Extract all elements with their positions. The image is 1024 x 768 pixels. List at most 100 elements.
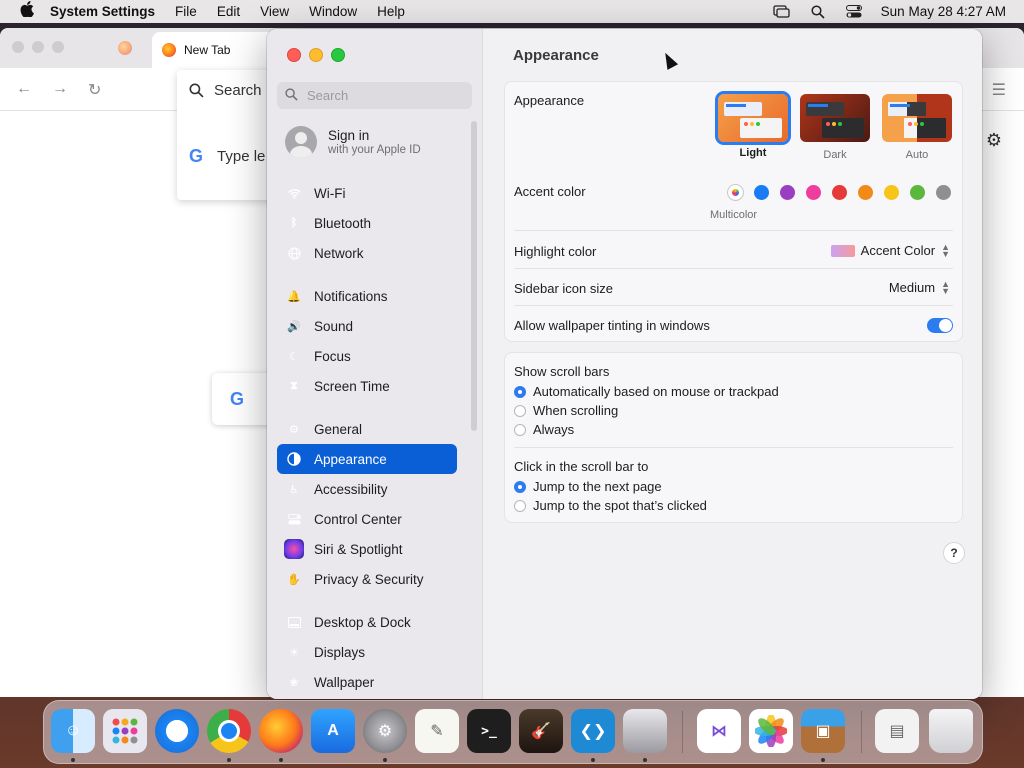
radio-label: Automatically based on mouse or trackpad [533,384,779,399]
menubar-clock[interactable]: Sun May 28 4:27 AM [881,4,1006,19]
firefox-icon[interactable] [259,709,303,753]
radio-button[interactable] [514,423,526,436]
app-store-icon[interactable]: A [311,709,355,753]
sidebar-search-input[interactable]: Search [277,82,472,109]
vscode-icon[interactable]: ❮❯ [571,709,615,753]
sidebar-scrollbar[interactable] [471,121,477,431]
sidebar-item-wifi[interactable]: Wi-Fi [277,178,457,208]
firefox-view-icon[interactable] [118,41,132,55]
sidebar-item-screen-time[interactable]: ⧗ Screen Time [277,371,457,401]
sidebar-item-focus[interactable]: ☾ Focus [277,341,457,371]
accent-color-yellow[interactable] [884,185,899,200]
sidebar-item-bluetooth[interactable]: ᛒ Bluetooth [277,208,457,238]
gear-icon[interactable]: ⚙ [986,130,1002,151]
radio-button[interactable] [514,404,526,417]
accent-color-orange[interactable] [858,185,873,200]
menu-edit[interactable]: Edit [217,4,240,19]
back-arrow-icon[interactable]: ← [16,80,32,98]
radio-jump-next-page[interactable]: Jump to the next page [514,479,662,494]
menu-file[interactable]: File [175,4,197,19]
sidebar-item-label: Control Center [314,511,402,527]
minimize-button[interactable] [309,48,323,62]
downloads-stack-icon[interactable]: ▤ [875,709,919,753]
control-center-icon[interactable] [845,5,863,19]
accent-color-green[interactable] [910,185,925,200]
sidebar-item-siri-spotlight[interactable]: Siri & Spotlight [277,534,457,564]
appearance-option-auto[interactable] [882,94,952,142]
radio-scroll-automatic[interactable]: Automatically based on mouse or trackpad [514,384,779,399]
disk-utility-icon[interactable] [623,709,667,753]
search-icon [189,83,204,98]
browser-zoom-button[interactable] [52,41,64,53]
appearance-option-dark[interactable] [800,94,870,142]
google-logo-icon: G [230,388,245,409]
accent-color-graphite[interactable] [936,185,951,200]
apple-menu-icon[interactable] [18,1,36,22]
sidebar-icon-size-value: Medium [888,280,936,295]
sidebar-item-network[interactable]: Network [277,238,457,268]
sidebar-item-notifications[interactable]: 🔔 Notifications [277,281,457,311]
radio-button[interactable] [514,385,526,398]
browser-close-button[interactable] [12,41,24,53]
terminal-icon[interactable]: >_ [467,709,511,753]
zoom-button[interactable] [331,48,345,62]
sidebar-item-label: Wallpaper [314,674,375,690]
sidebar-item-sound[interactable]: 🔊 Sound [277,311,457,341]
wallpaper-tinting-toggle[interactable] [927,318,953,333]
sidebar-item-label: Siri & Spotlight [314,541,403,557]
url-search-row[interactable]: Search [189,82,262,99]
window-traffic-lights [287,48,345,62]
finder-icon[interactable]: ☺ [51,709,95,753]
menu-help[interactable]: Help [377,4,405,19]
accent-color-red[interactable] [832,185,847,200]
stepper-icon: ▲ ▼ [941,278,950,296]
accent-color-purple[interactable] [780,185,795,200]
help-button[interactable]: ? [943,542,965,564]
radio-button[interactable] [514,499,526,512]
photos-icon[interactable] [749,709,793,753]
google-suggestion-row[interactable]: G Type le [189,146,265,167]
accent-color-blue[interactable] [754,185,769,200]
launchpad-icon[interactable] [103,709,147,753]
appearance-option-light[interactable] [715,91,791,145]
sidebar-item-displays[interactable]: ☀ Displays [277,637,457,667]
installer-icon[interactable]: ▣ [801,709,845,753]
radio-button[interactable] [514,480,526,493]
radio-scroll-when-scrolling[interactable]: When scrolling [514,403,618,418]
highlight-color-popup[interactable]: Accent Color ▲ ▼ [830,242,950,258]
accent-color-pink[interactable] [806,185,821,200]
sidebar-item-desktop-dock[interactable]: Desktop & Dock [277,607,457,637]
sidebar-item-wallpaper[interactable]: ❀ Wallpaper [277,667,457,697]
app-menu[interactable]: System Settings [50,4,155,19]
close-button[interactable] [287,48,301,62]
sidebar-icon-size-popup[interactable]: Medium ▲ ▼ [888,278,950,296]
sidebar-item-general[interactable]: ⚙ General [277,414,457,444]
bell-icon: 🔔 [287,290,301,303]
sidebar-item-control-center[interactable]: Control Center [277,504,457,534]
menu-view[interactable]: View [260,4,289,19]
safari-icon[interactable] [155,709,199,753]
textedit-icon[interactable]: ✎ [415,709,459,753]
chrome-icon[interactable] [207,709,251,753]
sidebar-item-privacy-security[interactable]: ✋ Privacy & Security [277,564,457,594]
sidebar-item-apple-id[interactable]: Sign in with your Apple ID [285,126,421,158]
menu-window[interactable]: Window [309,4,357,19]
sidebar-item-appearance[interactable]: Appearance [277,444,457,474]
accent-color-multicolor[interactable] [728,185,743,200]
visual-studio-icon[interactable]: ⋈ [697,709,741,753]
forward-arrow-icon[interactable]: → [52,80,68,98]
screen-mirroring-icon[interactable] [773,5,791,19]
sidebar-item-accessibility[interactable]: ♿ Accessibility [277,474,457,504]
radio-scroll-always[interactable]: Always [514,422,574,437]
browser-minimize-button[interactable] [32,41,44,53]
trash-icon[interactable] [929,709,973,753]
dock-icon [284,612,304,632]
system-settings-icon[interactable]: ⚙ [363,709,407,753]
running-indicator [279,758,283,762]
radio-jump-to-spot[interactable]: Jump to the spot that’s clicked [514,498,707,513]
reload-icon[interactable]: ↻ [88,80,101,100]
spotlight-search-icon[interactable] [809,4,827,19]
garageband-icon[interactable]: 🎸 [519,709,563,753]
browser-tab-new-tab[interactable]: New Tab [152,32,282,68]
browser-menu-icon[interactable]: ☰ [992,80,1006,100]
